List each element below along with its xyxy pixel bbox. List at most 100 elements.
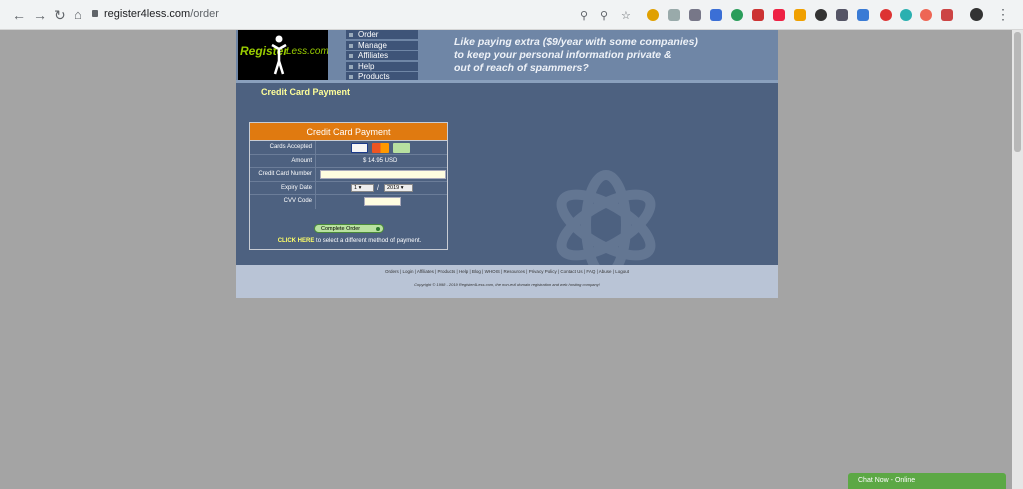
card-number-input[interactable] [320, 170, 446, 179]
extension-icon[interactable] [689, 9, 701, 21]
logo-figure-icon [271, 35, 287, 75]
site-container: Register Less.com Order Manage Affiliate… [236, 30, 778, 298]
header-slogan: Like paying extra ($9/year with some com… [454, 36, 704, 75]
extension-icon[interactable] [920, 9, 932, 21]
nav-manage[interactable]: Manage [346, 40, 418, 51]
nav-order[interactable]: Order [346, 30, 418, 40]
cvv-input[interactable] [364, 197, 401, 206]
footer-link[interactable]: FAQ [586, 269, 595, 274]
extension-icon[interactable] [900, 9, 912, 21]
url-host: register4less.com [104, 8, 191, 20]
footer-link[interactable]: Orders [385, 269, 399, 274]
cards-row: Cards Accepted [250, 141, 447, 155]
cvv-cell [318, 195, 447, 209]
nav-bullet-icon [349, 43, 353, 48]
more-menu-icon[interactable]: ⋮ [996, 6, 1010, 23]
click-here-link[interactable]: CLICK HERE [278, 238, 315, 244]
panel-heading: Credit Card Payment [250, 123, 447, 141]
back-icon[interactable]: ← [12, 7, 26, 23]
browser-toolbar: ← → ↻ ⌂ register4less.com/order ⚲ ⚲ ☆ ⋮ [0, 0, 1023, 30]
footer-link[interactable]: Logout [615, 269, 629, 274]
reload-icon[interactable]: ↻ [54, 7, 66, 23]
home-icon[interactable]: ⌂ [74, 7, 82, 23]
footer-link[interactable]: Login [402, 269, 413, 274]
top-navigation: Order Manage Affiliates Help Products [346, 30, 418, 83]
chat-widget[interactable]: Chat Now - Online [848, 473, 1006, 489]
nav-help[interactable]: Help [346, 61, 418, 72]
credit-card-panel: Credit Card Payment Cards Accepted Amoun… [249, 122, 448, 250]
footer-link[interactable]: Contact Us [560, 269, 582, 274]
footer-link[interactable]: Blog [472, 269, 481, 274]
extension-icon[interactable] [794, 9, 806, 21]
header-divider [236, 80, 778, 83]
expiry-label: Expiry Date [250, 181, 316, 194]
footer-link[interactable]: Help [459, 269, 468, 274]
footer-link[interactable]: WHOIS [485, 269, 500, 274]
footer-link[interactable]: Affiliates [417, 269, 434, 274]
chat-label: Chat Now - Online [858, 477, 916, 484]
amount-label: Amount [250, 154, 316, 167]
extension-icon[interactable] [668, 9, 680, 21]
extension-icon[interactable] [647, 9, 659, 21]
footer-link[interactable]: Abuse [599, 269, 612, 274]
extension-icon[interactable] [710, 9, 722, 21]
lock-icon[interactable] [92, 10, 98, 17]
visa-icon [351, 143, 368, 153]
zoom-icon[interactable]: ⚲ [600, 9, 608, 22]
nav-label: Help [358, 61, 375, 71]
bookmark-star-icon[interactable]: ☆ [621, 9, 631, 22]
extension-icon[interactable] [815, 9, 827, 21]
profile-avatar[interactable] [970, 8, 983, 21]
extension-icon[interactable] [752, 9, 764, 21]
alternate-payment-note: CLICK HERE to select a different method … [250, 238, 449, 244]
logo-less-text: Less.com [286, 46, 328, 57]
extension-icon[interactable] [773, 9, 785, 21]
complete-order-button[interactable]: Complete Order [314, 224, 384, 233]
footer-link[interactable]: Resources [504, 269, 526, 274]
arrow-icon [376, 227, 380, 231]
discover-icon [393, 143, 410, 153]
amount-row: Amount $ 14.95 USD [250, 154, 447, 168]
nav-label: Order [358, 30, 379, 39]
footer-link[interactable]: Privacy Policy [529, 269, 557, 274]
nav-bullet-icon [349, 54, 353, 58]
amount-value: $ 14.95 USD [363, 157, 398, 164]
slogan-line: Like paying extra ($9/year with some com… [454, 36, 698, 48]
expiry-month-select[interactable]: 1 ▾ [351, 183, 374, 192]
nav-label: Affiliates [358, 51, 389, 60]
key-icon[interactable]: ⚲ [580, 9, 588, 22]
cards-value [318, 141, 447, 154]
extension-icon[interactable] [731, 9, 743, 21]
slogan-line: to keep your personal information privat… [454, 49, 672, 61]
address-bar[interactable]: register4less.com/order [104, 8, 219, 20]
scrollbar-thumb[interactable] [1014, 32, 1021, 152]
nav-affiliates[interactable]: Affiliates [346, 51, 418, 61]
card-number-row: Credit Card Number [250, 168, 447, 182]
page-title: Credit Card Payment [261, 87, 351, 97]
footer-copyright: Copyright © 1998 - 2019 Register4Less.co… [414, 282, 600, 287]
click-here-text: to select a different method of payment. [314, 238, 422, 244]
expiry-separator: / [377, 184, 379, 192]
site-logo[interactable]: Register Less.com [238, 30, 328, 80]
expiry-month-value: 1 [354, 184, 358, 191]
slogan-line: out of reach of spammers? [454, 62, 589, 74]
expiry-year-select[interactable]: 2019 ▾ [384, 183, 413, 192]
nav-bullet-icon [349, 75, 353, 79]
forward-icon[interactable]: → [33, 7, 47, 23]
cvv-row: CVV Code [250, 195, 447, 209]
site-header: Register Less.com Order Manage Affiliate… [236, 30, 778, 83]
nav-label: Manage [358, 40, 387, 50]
url-path: /order [190, 8, 219, 20]
card-number-cell [318, 168, 447, 181]
extension-icon[interactable] [836, 9, 848, 21]
complete-order-label: Complete Order [321, 226, 361, 232]
cvv-label: CVV Code [250, 195, 316, 209]
extension-icon[interactable] [880, 9, 892, 21]
cards-label: Cards Accepted [250, 141, 316, 154]
extension-icon[interactable] [941, 9, 953, 21]
footer-link[interactable]: Products [438, 269, 456, 274]
expiry-year-value: 2019 [387, 184, 400, 191]
card-number-label: Credit Card Number [250, 168, 316, 181]
extension-icon[interactable] [857, 9, 869, 21]
expiry-row: Expiry Date 1 ▾ / 2019 ▾ [250, 181, 447, 195]
